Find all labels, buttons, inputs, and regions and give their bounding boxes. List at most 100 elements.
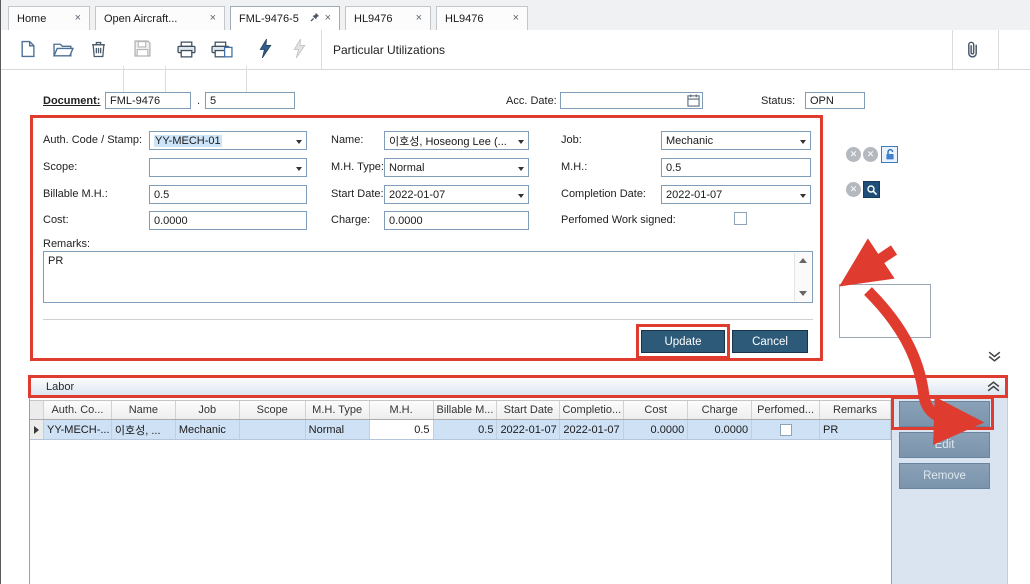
labor-section-header[interactable]: Labor bbox=[29, 377, 1007, 396]
toolbar: Particular Utilizations bbox=[1, 30, 1030, 70]
name-value: 이호성, Hoseong Lee (... bbox=[389, 133, 507, 149]
scope-label: Scope: bbox=[43, 161, 77, 173]
remarks-value: PR bbox=[48, 255, 63, 267]
column-header-mh[interactable]: M.H. bbox=[370, 401, 434, 419]
column-header-billable[interactable]: Billable M... bbox=[434, 401, 498, 419]
auth-code-combo[interactable]: YY-MECH-01 bbox=[149, 131, 307, 150]
document-suffix-input[interactable]: 5 bbox=[205, 92, 295, 109]
column-header-start-date[interactable]: Start Date bbox=[497, 401, 560, 419]
clear-field-icon[interactable]: ✕ bbox=[863, 147, 878, 162]
textarea-scrollbar[interactable] bbox=[794, 253, 811, 301]
document-number-input[interactable]: FML-9476 bbox=[105, 92, 191, 109]
printer-icon bbox=[177, 41, 196, 58]
remove-button[interactable]: Remove bbox=[899, 463, 990, 489]
billable-mh-input[interactable]: 0.5 bbox=[149, 185, 307, 204]
search-button[interactable] bbox=[863, 181, 880, 198]
table-row[interactable]: YY-MECH-... 이호성, ... Mechanic Normal 0.5… bbox=[30, 420, 891, 440]
column-header-cost[interactable]: Cost bbox=[624, 401, 688, 419]
execute-secondary-button[interactable] bbox=[293, 39, 306, 58]
toolbar-separator bbox=[998, 30, 999, 69]
document-suffix-value: 5 bbox=[210, 95, 216, 107]
chevron-down-icon bbox=[800, 140, 806, 144]
unlock-button[interactable] bbox=[881, 146, 898, 163]
scroll-up-icon[interactable] bbox=[799, 258, 807, 263]
performed-signed-checkbox[interactable] bbox=[734, 212, 747, 225]
close-icon[interactable]: × bbox=[75, 13, 81, 24]
labor-edit-form bbox=[33, 118, 821, 358]
toolbar-title: Particular Utilizations bbox=[333, 30, 445, 69]
lightning-disabled-icon bbox=[293, 39, 306, 58]
pin-icon[interactable] bbox=[310, 12, 320, 25]
remarks-textarea[interactable]: PR bbox=[43, 251, 813, 303]
billable-mh-value: 0.5 bbox=[154, 189, 169, 201]
close-icon[interactable]: × bbox=[513, 13, 519, 24]
mh-type-combo[interactable]: Normal bbox=[384, 158, 529, 177]
tab-hl9476-2[interactable]: HL9476 × bbox=[436, 6, 528, 31]
close-icon[interactable]: × bbox=[325, 13, 331, 24]
tab-fml-9476-5[interactable]: FML-9476-5 × bbox=[230, 6, 340, 31]
chevron-down-icon bbox=[296, 140, 302, 144]
execute-button[interactable] bbox=[259, 39, 272, 58]
print-preview-button[interactable] bbox=[211, 41, 233, 58]
tab-hl9476-1[interactable]: HL9476 × bbox=[345, 6, 431, 31]
collapse-labor-button[interactable] bbox=[986, 379, 1001, 397]
cell-performed bbox=[752, 420, 820, 439]
update-button[interactable]: Update bbox=[641, 330, 725, 353]
clear-field-icon[interactable]: ✕ bbox=[846, 182, 861, 197]
job-combo[interactable]: Mechanic bbox=[661, 131, 811, 150]
column-header-mh-type[interactable]: M.H. Type bbox=[306, 401, 370, 419]
chevron-down-icon bbox=[518, 194, 524, 198]
mh-value: 0.5 bbox=[666, 162, 681, 174]
row-selector-cell bbox=[30, 420, 44, 439]
completion-date-combo[interactable]: 2022-01-07 bbox=[661, 185, 811, 204]
collapse-section-button[interactable] bbox=[987, 349, 1002, 367]
calendar-icon[interactable] bbox=[687, 94, 700, 109]
column-header-charge[interactable]: Charge bbox=[688, 401, 752, 419]
attachment-button[interactable] bbox=[964, 40, 981, 59]
name-combo[interactable]: 이호성, Hoseong Lee (... bbox=[384, 131, 529, 150]
row-selector-header bbox=[30, 401, 44, 419]
chevron-down-icon bbox=[518, 140, 524, 144]
status-input[interactable]: OPN bbox=[805, 92, 865, 109]
cell-auth-code: YY-MECH-... bbox=[44, 420, 112, 439]
column-header-performed[interactable]: Perfomed... bbox=[752, 401, 820, 419]
new-button[interactable]: New bbox=[899, 401, 990, 427]
cell-job: Mechanic bbox=[176, 420, 240, 439]
column-header-remarks[interactable]: Remarks bbox=[820, 401, 891, 419]
column-header-completion[interactable]: Completio... bbox=[560, 401, 624, 419]
delete-button[interactable] bbox=[91, 40, 106, 58]
tab-home[interactable]: Home × bbox=[8, 6, 90, 31]
tab-open-aircraft[interactable]: Open Aircraft... × bbox=[95, 6, 225, 31]
save-button[interactable] bbox=[134, 40, 151, 57]
start-date-value: 2022-01-07 bbox=[389, 189, 445, 201]
close-icon[interactable]: × bbox=[210, 13, 216, 24]
scope-combo[interactable] bbox=[149, 158, 307, 177]
start-date-label: Start Date: bbox=[331, 188, 384, 200]
trash-icon bbox=[91, 40, 106, 58]
print-preview-icon bbox=[211, 41, 233, 58]
charge-input[interactable]: 0.0000 bbox=[384, 211, 529, 230]
cell-billable: 0.5 bbox=[434, 420, 498, 439]
tab-bar: Home × Open Aircraft... × FML-9476-5 × H… bbox=[1, 0, 1030, 31]
mh-input[interactable]: 0.5 bbox=[661, 158, 811, 177]
name-label: Name: bbox=[331, 134, 363, 146]
billable-mh-label: Billable M.H.: bbox=[43, 188, 108, 200]
start-date-combo[interactable]: 2022-01-07 bbox=[384, 185, 529, 204]
print-button[interactable] bbox=[177, 41, 196, 58]
column-header-job[interactable]: Job bbox=[176, 401, 240, 419]
cancel-button[interactable]: Cancel bbox=[732, 330, 808, 353]
cell-mh-type: Normal bbox=[306, 420, 370, 439]
column-header-scope[interactable]: Scope bbox=[240, 401, 306, 419]
close-icon[interactable]: × bbox=[416, 13, 422, 24]
open-button[interactable] bbox=[53, 41, 74, 58]
scroll-down-icon[interactable] bbox=[799, 291, 807, 296]
edit-button[interactable]: Edit bbox=[899, 432, 990, 458]
new-document-button[interactable] bbox=[19, 40, 36, 58]
cost-input[interactable]: 0.0000 bbox=[149, 211, 307, 230]
auth-code-label: Auth. Code / Stamp: bbox=[43, 134, 142, 146]
column-header-auth-code[interactable]: Auth. Co... bbox=[44, 401, 112, 419]
performed-checkbox[interactable] bbox=[780, 424, 792, 436]
acc-date-input[interactable] bbox=[560, 92, 703, 109]
clear-field-icon[interactable]: ✕ bbox=[846, 147, 861, 162]
column-header-name[interactable]: Name bbox=[112, 401, 176, 419]
